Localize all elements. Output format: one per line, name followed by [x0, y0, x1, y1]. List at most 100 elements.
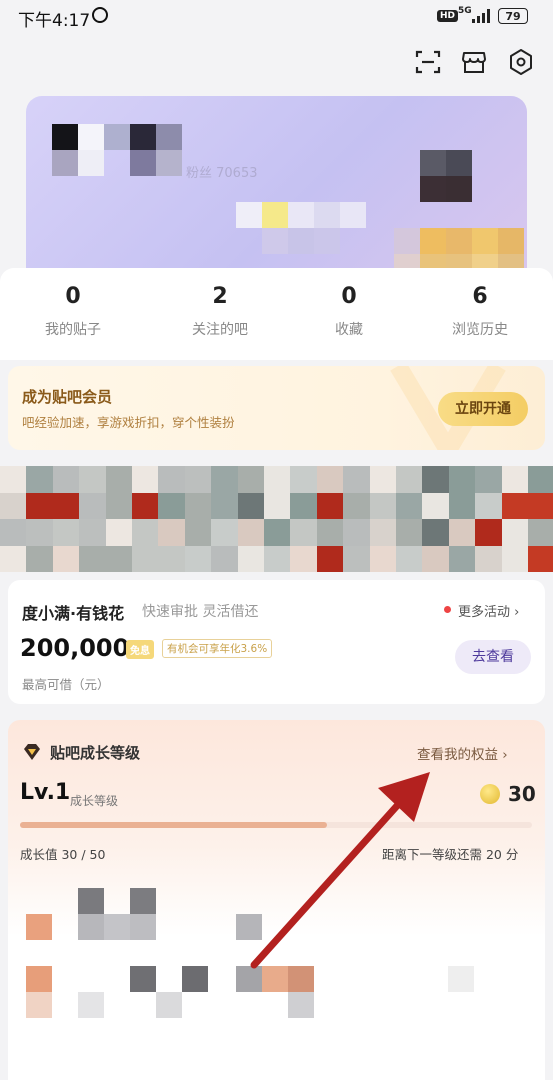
stat-label: 我的贴子 — [45, 322, 101, 338]
banner-pixel — [501, 492, 529, 520]
vip-open-button[interactable]: 立即开通 — [438, 392, 528, 426]
banner-pixel — [132, 545, 159, 572]
level-label: 成长等级 — [70, 794, 119, 808]
banner-pixel — [316, 519, 344, 546]
view-loan-button[interactable]: 去查看 — [455, 640, 531, 674]
privilege-pixel — [130, 888, 156, 914]
privilege-pixel — [448, 966, 474, 992]
loan-tags: 快速审批 灵活借还 — [142, 604, 259, 620]
notification-dot — [444, 606, 451, 613]
next-level-requirement: 距离下一等级还需 20 分 — [382, 847, 519, 862]
tag-pixel — [288, 202, 314, 228]
vip-subtitle: 吧经验加速，享游戏折扣，穿个性装扮 — [22, 415, 235, 430]
loan-amount-label: 最高可借（元） — [22, 677, 110, 692]
banner-pixel — [237, 519, 265, 546]
privilege-pixel — [26, 992, 52, 1018]
tag-pixel — [262, 228, 288, 254]
badge-pixel — [446, 176, 472, 202]
avatar-pixel — [52, 150, 78, 176]
banner-pixel — [528, 466, 553, 493]
growth-progress-fill — [20, 822, 327, 828]
tag-pixel — [236, 202, 262, 228]
banner-pixel — [184, 519, 212, 546]
privilege-pixel — [78, 888, 104, 914]
stat-value: 0 — [341, 284, 357, 309]
banner-pixel — [211, 466, 239, 493]
tag-pixel — [314, 202, 340, 228]
banner-pixel — [528, 492, 553, 520]
banner-pixel — [448, 519, 476, 546]
avatar-pixel — [156, 150, 182, 176]
banner-pixel — [211, 545, 239, 572]
status-time: 下午4:17 — [18, 11, 91, 31]
more-activities-link[interactable]: 更多活动 › — [458, 601, 519, 620]
badge-pixel — [420, 150, 446, 176]
avatar-pixel — [52, 124, 78, 150]
stat-my-posts[interactable]: 0 我的贴子 — [13, 268, 133, 339]
avatar-pixel — [156, 124, 182, 150]
scan-icon[interactable] — [414, 48, 442, 76]
banner-pixel — [264, 519, 291, 546]
banner-pixel — [105, 519, 133, 546]
avatar-pixel — [78, 124, 104, 150]
stat-value: 2 — [212, 284, 228, 309]
view-rights-link[interactable]: 查看我的权益 › — [417, 743, 508, 763]
banner-pixel — [52, 466, 80, 493]
banner-pixel — [343, 466, 371, 493]
diamond-icon — [24, 744, 40, 760]
banner-pixel — [448, 492, 476, 520]
banner-pixel — [52, 519, 80, 546]
stat-label: 关注的吧 — [192, 322, 248, 338]
banner-pixel — [158, 545, 186, 572]
more-activities-label: 更多活动 — [458, 605, 511, 620]
stat-favorites[interactable]: 0 收藏 — [289, 268, 409, 339]
coin-icon — [480, 784, 500, 804]
banner-pixel — [184, 545, 212, 572]
fans-count: 粉丝 70653 — [186, 166, 258, 181]
tag-pixel — [262, 202, 288, 228]
banner-pixel — [422, 492, 450, 520]
stat-followed-bars[interactable]: 2 关注的吧 — [160, 268, 280, 339]
tag-pixel — [288, 228, 314, 254]
tag-pixel — [446, 228, 472, 254]
banner-pixel — [79, 466, 107, 493]
ad-banner[interactable] — [0, 466, 553, 572]
privilege-pixel — [78, 914, 104, 940]
tag-pixel — [340, 202, 366, 228]
loan-amount: 200,000 — [20, 634, 130, 662]
stats-panel: 0 我的贴子 2 关注的吧 0 收藏 6 浏览历史 — [0, 268, 553, 360]
banner-pixel — [0, 545, 27, 572]
privilege-pixel — [288, 992, 314, 1018]
privilege-pixel — [26, 966, 52, 992]
growth-title: 贴吧成长等级 — [50, 744, 141, 762]
banner-pixel — [290, 545, 318, 572]
privilege-pixel — [130, 914, 156, 940]
profile-card[interactable]: 粉丝 70653 — [26, 96, 527, 286]
shop-icon[interactable] — [460, 48, 488, 76]
avatar-pixel — [130, 150, 156, 176]
banner-pixel — [369, 519, 397, 546]
banner-pixel — [237, 466, 265, 493]
settings-icon[interactable] — [507, 48, 535, 76]
banner-pixel — [0, 519, 27, 546]
banner-pixel — [316, 545, 344, 572]
stat-history[interactable]: 6 浏览历史 — [420, 268, 540, 339]
privilege-pixel — [156, 992, 182, 1018]
tag-pixel — [314, 228, 340, 254]
banner-pixel — [158, 492, 186, 520]
banner-pixel — [79, 492, 107, 520]
banner-pixel — [79, 545, 107, 572]
banner-pixel — [132, 466, 159, 493]
vip-card[interactable]: 成为贴吧会员 吧经验加速，享游戏折扣，穿个性装扮 立即开通 — [8, 366, 545, 450]
banner-pixel — [158, 519, 186, 546]
banner-pixel — [501, 519, 529, 546]
loan-card[interactable]: 度小满·有钱花 快速审批 灵活借还 更多活动 › 200,000 免息 有机会可… — [8, 580, 545, 704]
banner-pixel — [105, 466, 133, 493]
banner-pixel — [396, 466, 423, 493]
tag-pixel — [394, 228, 420, 254]
banner-pixel — [290, 466, 318, 493]
coin-count: 30 — [508, 782, 536, 806]
interest-free-badge: 免息 — [126, 640, 154, 659]
banner-pixel — [264, 492, 291, 520]
banner-pixel — [0, 466, 27, 493]
